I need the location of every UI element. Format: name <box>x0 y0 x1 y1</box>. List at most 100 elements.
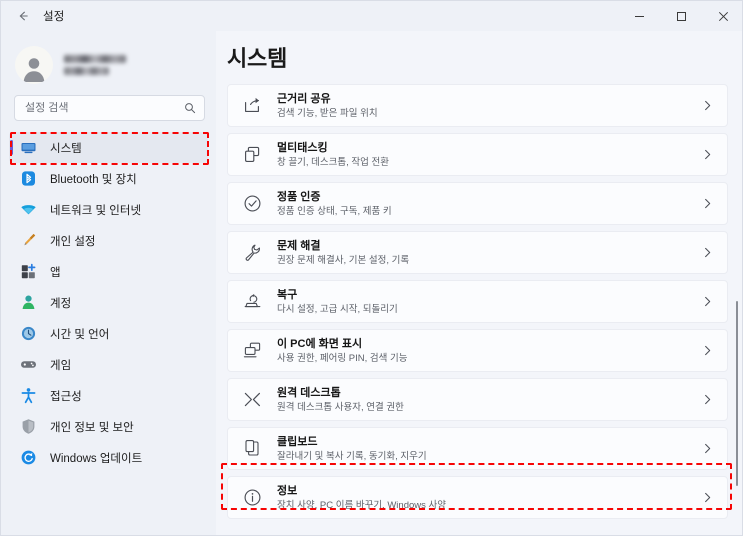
title-bar: 설정 <box>1 1 742 31</box>
sidebar-item-label: Bluetooth 및 장치 <box>50 173 137 186</box>
chevron-right-icon <box>702 149 713 160</box>
card-remote-desktop[interactable]: 원격 데스크톱 원격 데스크톱 사용자, 연결 권한 <box>227 378 728 421</box>
card-text: 멀티태스킹 창 끌기, 데스크톱, 작업 전환 <box>277 141 702 169</box>
card-subtitle: 장치 사양, PC 이름 바꾸기, Windows 사양 <box>277 499 446 511</box>
clipboard-icon <box>241 438 263 460</box>
maximize-button[interactable] <box>660 1 702 31</box>
sidebar-item-accessibility[interactable]: 접근성 <box>9 380 208 411</box>
bluetooth-icon <box>19 170 37 188</box>
share-nearby-icon <box>241 95 263 117</box>
card-subtitle: 사용 권한, 페어링 PIN, 검색 기능 <box>277 352 408 364</box>
account-identity-redacted <box>64 55 126 75</box>
chevron-right-icon <box>702 394 713 405</box>
sidebar-item-system[interactable]: 시스템 <box>9 132 208 163</box>
chevron-right-icon <box>702 100 713 111</box>
sidebar-item-label: Windows 업데이트 <box>50 452 143 465</box>
sidebar-item-label: 계정 <box>50 297 72 310</box>
card-multitasking[interactable]: 멀티태스킹 창 끌기, 데스크톱, 작업 전환 <box>227 133 728 176</box>
chevron-right-icon <box>702 345 713 356</box>
sidebar-item-time-language[interactable]: 시간 및 언어 <box>9 318 208 349</box>
card-title: 정보 <box>277 484 298 497</box>
sidebar-item-apps[interactable]: 앱 <box>9 256 208 287</box>
sidebar-item-network-internet[interactable]: 네트워크 및 인터넷 <box>9 194 208 225</box>
card-about[interactable]: 정보 장치 사양, PC 이름 바꾸기, Windows 사양 <box>227 476 728 519</box>
card-title: 복구 <box>277 288 298 301</box>
close-button[interactable] <box>702 1 742 31</box>
search-box[interactable] <box>14 95 205 121</box>
sidebar-item-label: 시간 및 언어 <box>50 328 110 341</box>
clock-globe-icon <box>19 325 37 343</box>
card-title: 근거리 공유 <box>277 92 331 105</box>
recovery-icon <box>241 291 263 313</box>
chevron-right-icon <box>702 443 713 454</box>
card-title: 문제 해결 <box>277 239 321 252</box>
sidebar-item-label: 앱 <box>50 266 61 279</box>
sidebar-item-accounts[interactable]: 계정 <box>9 287 208 318</box>
multitasking-windows-icon <box>241 144 263 166</box>
card-text: 문제 해결 권장 문제 해결사, 기본 설정, 기록 <box>277 239 702 267</box>
sidebar-item-personalization[interactable]: 개인 설정 <box>9 225 208 256</box>
card-title: 정품 인증 <box>277 190 321 203</box>
card-subtitle: 정품 인증 상태, 구독, 제품 키 <box>277 205 392 217</box>
project-to-pc-icon <box>241 340 263 362</box>
chevron-right-icon <box>702 247 713 258</box>
sidebar-item-bluetooth-devices[interactable]: Bluetooth 및 장치 <box>9 163 208 194</box>
chevron-right-icon <box>702 296 713 307</box>
main-content: 시스템 근거리 공유 검색 기능, 받은 파일 위치 멀티태스킹 창 끌기, 데… <box>216 31 742 535</box>
accessibility-person-icon <box>19 387 37 405</box>
check-circle-icon <box>241 193 263 215</box>
card-text: 클립보드 잘라내기 및 복사 기록, 동기화, 지우기 <box>277 435 702 463</box>
info-circle-icon <box>241 487 263 509</box>
scrollbar-thumb[interactable] <box>736 301 738 486</box>
card-title: 이 PC에 화면 표시 <box>277 337 363 350</box>
card-subtitle: 잘라내기 및 복사 기록, 동기화, 지우기 <box>277 450 427 462</box>
sidebar: 시스템 Bluetooth 및 장치 네트워 <box>1 31 216 535</box>
card-projecting-to-this-pc[interactable]: 이 PC에 화면 표시 사용 권한, 페어링 PIN, 검색 기능 <box>227 329 728 372</box>
update-refresh-icon <box>19 449 37 467</box>
card-subtitle: 원격 데스크톱 사용자, 연결 권한 <box>277 401 404 413</box>
wrench-icon <box>241 242 263 264</box>
avatar <box>15 46 53 84</box>
apps-icon <box>19 263 37 281</box>
sidebar-item-label: 네트워크 및 인터넷 <box>50 204 142 217</box>
sidebar-nav: 시스템 Bluetooth 및 장치 네트워크 및 인터넷 개인 설정 앱 계정… <box>1 132 216 473</box>
card-title: 멀티태스킹 <box>277 141 328 154</box>
account-email-redacted <box>64 67 109 75</box>
card-subtitle: 검색 기능, 받은 파일 위치 <box>277 107 378 119</box>
card-nearby-sharing[interactable]: 근거리 공유 검색 기능, 받은 파일 위치 <box>227 84 728 127</box>
sidebar-item-gaming[interactable]: 게임 <box>9 349 208 380</box>
card-text: 복구 다시 설정, 고급 시작, 되돌리기 <box>277 288 702 316</box>
account-person-icon <box>19 294 37 312</box>
card-text: 근거리 공유 검색 기능, 받은 파일 위치 <box>277 92 702 120</box>
card-subtitle: 다시 설정, 고급 시작, 되돌리기 <box>277 303 398 315</box>
paintbrush-icon <box>19 232 37 250</box>
card-recovery[interactable]: 복구 다시 설정, 고급 시작, 되돌리기 <box>227 280 728 323</box>
card-troubleshoot[interactable]: 문제 해결 권장 문제 해결사, 기본 설정, 기록 <box>227 231 728 274</box>
search-input[interactable] <box>25 102 184 114</box>
user-avatar-icon <box>19 53 49 84</box>
window-controls <box>618 1 742 31</box>
back-arrow-icon <box>16 9 30 23</box>
card-activation[interactable]: 정품 인증 정품 인증 상태, 구독, 제품 키 <box>227 182 728 225</box>
page-title: 시스템 <box>227 46 288 71</box>
minimize-button[interactable] <box>618 1 660 31</box>
card-clipboard[interactable]: 클립보드 잘라내기 및 복사 기록, 동기화, 지우기 <box>227 427 728 470</box>
card-title: 원격 데스크톱 <box>277 386 341 399</box>
card-title: 클립보드 <box>277 435 318 448</box>
card-text: 정보 장치 사양, PC 이름 바꾸기, Windows 사양 <box>277 484 702 512</box>
sidebar-item-label: 시스템 <box>50 142 82 155</box>
sidebar-item-privacy-security[interactable]: 개인 정보 및 보안 <box>9 411 208 442</box>
remote-desktop-icon <box>241 389 263 411</box>
account-section[interactable] <box>1 31 216 87</box>
card-text: 이 PC에 화면 표시 사용 권한, 페어링 PIN, 검색 기능 <box>277 337 702 365</box>
maximize-icon <box>676 11 687 22</box>
close-icon <box>718 11 729 22</box>
sidebar-item-windows-update[interactable]: Windows 업데이트 <box>9 442 208 473</box>
window-title: 설정 <box>43 11 65 23</box>
account-name-redacted <box>64 55 126 63</box>
back-button[interactable] <box>7 2 39 30</box>
card-text: 원격 데스크톱 원격 데스크톱 사용자, 연결 권한 <box>277 386 702 414</box>
chevron-right-icon <box>702 492 713 503</box>
main-scrollbar[interactable] <box>733 33 741 533</box>
chevron-right-icon <box>702 198 713 209</box>
